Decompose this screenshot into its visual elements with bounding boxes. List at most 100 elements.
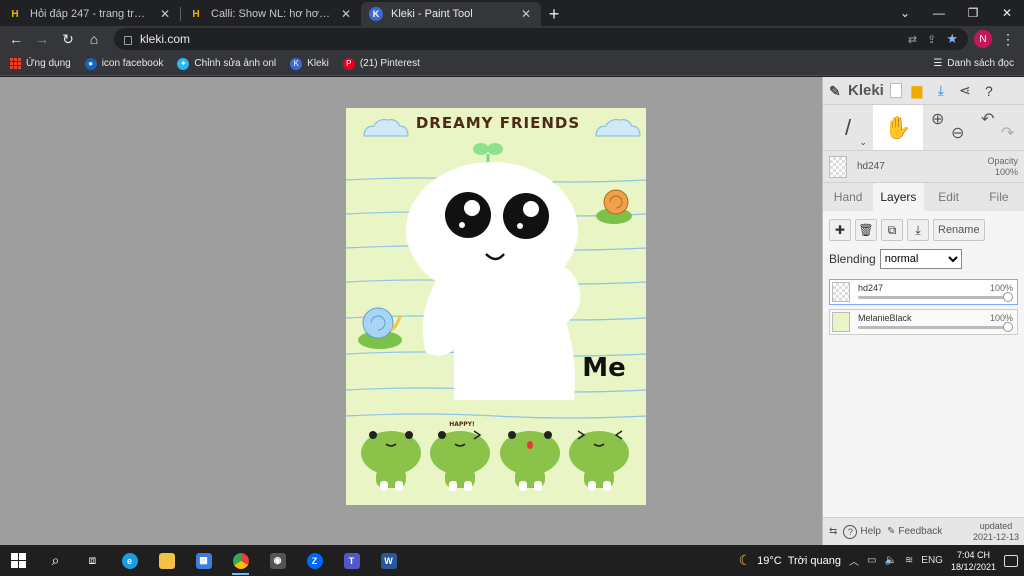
url-text[interactable]: kleki.com [140,32,900,46]
close-tab-icon[interactable]: ✕ [158,7,172,21]
system-tray: ☾ 19°C Trời quang ︿ ▭ 🔈 ≋ ENG 7:04 CH 18… [739,549,1024,573]
zoom-out-icon[interactable]: ⊖ [951,123,964,143]
zoom-in-icon[interactable]: ⊕ [931,109,944,129]
rename-layer-button[interactable]: Rename [933,219,985,241]
frog-row [361,430,629,491]
start-button[interactable] [0,545,37,576]
notification-icon[interactable] [1004,554,1018,567]
bookmark-star-icon[interactable]: ★ [946,31,958,47]
tab-hand[interactable]: Hand [823,183,873,211]
close-tab-icon[interactable]: ✕ [339,7,353,21]
close-window-button[interactable]: ✕ [990,0,1024,26]
forward-arrow-icon[interactable]: → [32,29,52,49]
me-signature: Me [582,353,626,383]
browser-tab-strip: H Hỏi đáp 247 - trang tra loi ✕ H Calli:… [0,0,1024,26]
teams-icon[interactable]: T [333,545,370,576]
menu-kebab-icon[interactable]: ⋮ [998,29,1018,49]
undo-icon[interactable]: ↶ [981,109,994,129]
help-label: Help [860,526,881,537]
network-icon[interactable]: ▭ [867,555,876,566]
share-icon[interactable]: ⋖ [956,82,974,100]
happy-label: HAPPY! [449,421,475,428]
layer-name: MelanieBlack [858,313,912,323]
layer-opacity-slider[interactable] [858,296,1005,299]
duplicate-layer-button[interactable]: ⧉ [881,219,903,241]
bookmark-apps[interactable]: Ứng dụng [10,58,71,69]
tab-search-icon[interactable]: ⌄ [888,0,922,26]
save-icon[interactable]: ▆ [908,82,926,100]
delete-layer-button[interactable]: 🗑 [855,219,877,241]
edge-icon[interactable]: e [111,545,148,576]
layer-item-melanieblack[interactable]: MelanieBlack 100% [829,309,1018,335]
camera-icon[interactable]: ◉ [259,545,296,576]
language-indicator[interactable]: ENG [921,555,943,566]
bookmark-photo-edit[interactable]: ✦ Chỉnh sửa ảnh onl [177,57,277,70]
merge-layer-button[interactable]: ⤓ [907,219,929,241]
slider-handle[interactable] [1003,292,1013,302]
updated-label: updated [979,520,1013,531]
help-icon[interactable]: ? [980,82,998,100]
swap-panel-icon[interactable]: ⇆ [829,526,837,537]
add-layer-button[interactable]: ✚ [829,219,851,241]
search-icon[interactable]: ⌕ [37,545,74,576]
close-tab-icon[interactable]: ✕ [519,7,533,21]
tab-layers[interactable]: Layers [873,183,924,211]
back-arrow-icon[interactable]: ← [6,29,26,49]
apps-grid-icon [10,58,21,69]
new-document-icon[interactable] [889,83,902,98]
bookmark-kleki[interactable]: K Kleki [290,57,329,70]
redo-icon[interactable]: ↷ [1001,123,1014,143]
home-icon[interactable]: ⌂ [84,29,104,49]
layer-item-hd247[interactable]: hd247 100% [829,279,1018,305]
bookmark-pinterest[interactable]: P (21) Pinterest [342,57,420,70]
bookmark-icon-facebook[interactable]: ● icon facebook [84,57,163,70]
translate-icon[interactable]: ⇄ [908,33,917,46]
clock[interactable]: 7:04 CH 18/12/2021 [951,549,996,573]
chevron-up-icon[interactable]: ︿ [849,553,859,568]
address-bar[interactable]: kleki.com ⇄ ⇪ ★ [114,28,968,50]
brush-preview[interactable] [829,155,847,178]
layer-thumbnail [832,312,850,332]
bookmark-label: Chỉnh sửa ảnh onl [194,58,277,69]
weather-widget[interactable]: ☾ 19°C Trời quang [739,552,841,569]
opacity-readout: Opacity 100% [987,156,1018,178]
share-icon[interactable]: ⇪ [927,33,936,46]
word-icon[interactable]: W [370,545,407,576]
reading-list-button[interactable]: ☰ Danh sách đọc [933,58,1014,69]
browser-tab-2[interactable]: H Calli: Show NL: hơ hơ, Me coá nê ✕ [181,2,361,26]
new-tab-button[interactable]: + [541,2,567,26]
browser-tab-kleki[interactable]: K Kleki - Paint Tool ✕ [361,2,541,26]
wifi-icon[interactable]: ≋ [905,555,913,566]
tab-file[interactable]: File [974,183,1024,211]
help-link[interactable]: ? Help [843,524,881,539]
hand-tool-button[interactable]: ✋ [873,105,923,150]
feedback-link[interactable]: ✎ Feedback [887,526,942,537]
chrome-icon[interactable] [222,545,259,576]
updated-date: 2021-12-13 [972,531,1019,542]
lock-icon [124,35,132,45]
minimize-button[interactable]: — [922,0,956,26]
profile-avatar[interactable]: N [974,30,992,48]
reload-icon[interactable]: ↻ [58,29,78,49]
blending-select[interactable]: normal [879,249,962,269]
clock-date: 18/12/2021 [950,561,996,572]
layer-opacity-slider[interactable] [858,326,1005,329]
pinterest-icon: P [342,57,355,70]
file-explorer-icon[interactable] [148,545,185,576]
task-view-icon[interactable]: ⧈ [74,545,111,576]
brush-settings-row: hd247 Opacity 100% [823,151,1024,183]
volume-icon[interactable]: 🔈 [884,555,896,566]
browser-tab-1[interactable]: H Hỏi đáp 247 - trang tra loi ✕ [0,2,180,26]
restore-button[interactable]: ❐ [956,0,990,26]
feedback-label: Feedback [898,526,943,537]
slider-handle[interactable] [1003,322,1013,332]
tab-edit[interactable]: Edit [924,183,974,211]
drawing-canvas[interactable]: DREAMY FRIENDS Me HAPPY! [346,108,646,505]
zalo-icon[interactable]: Z [296,545,333,576]
window-controls: ⌄ — ❐ ✕ [888,0,1024,26]
brush-tool-button[interactable]: / ⌄ [823,105,873,150]
store-icon[interactable]: ▦ [185,545,222,576]
download-icon[interactable]: ⤓ [932,82,950,100]
canvas-workspace[interactable]: DREAMY FRIENDS Me HAPPY! [0,77,822,545]
chevron-down-icon[interactable]: ⌄ [859,137,867,148]
